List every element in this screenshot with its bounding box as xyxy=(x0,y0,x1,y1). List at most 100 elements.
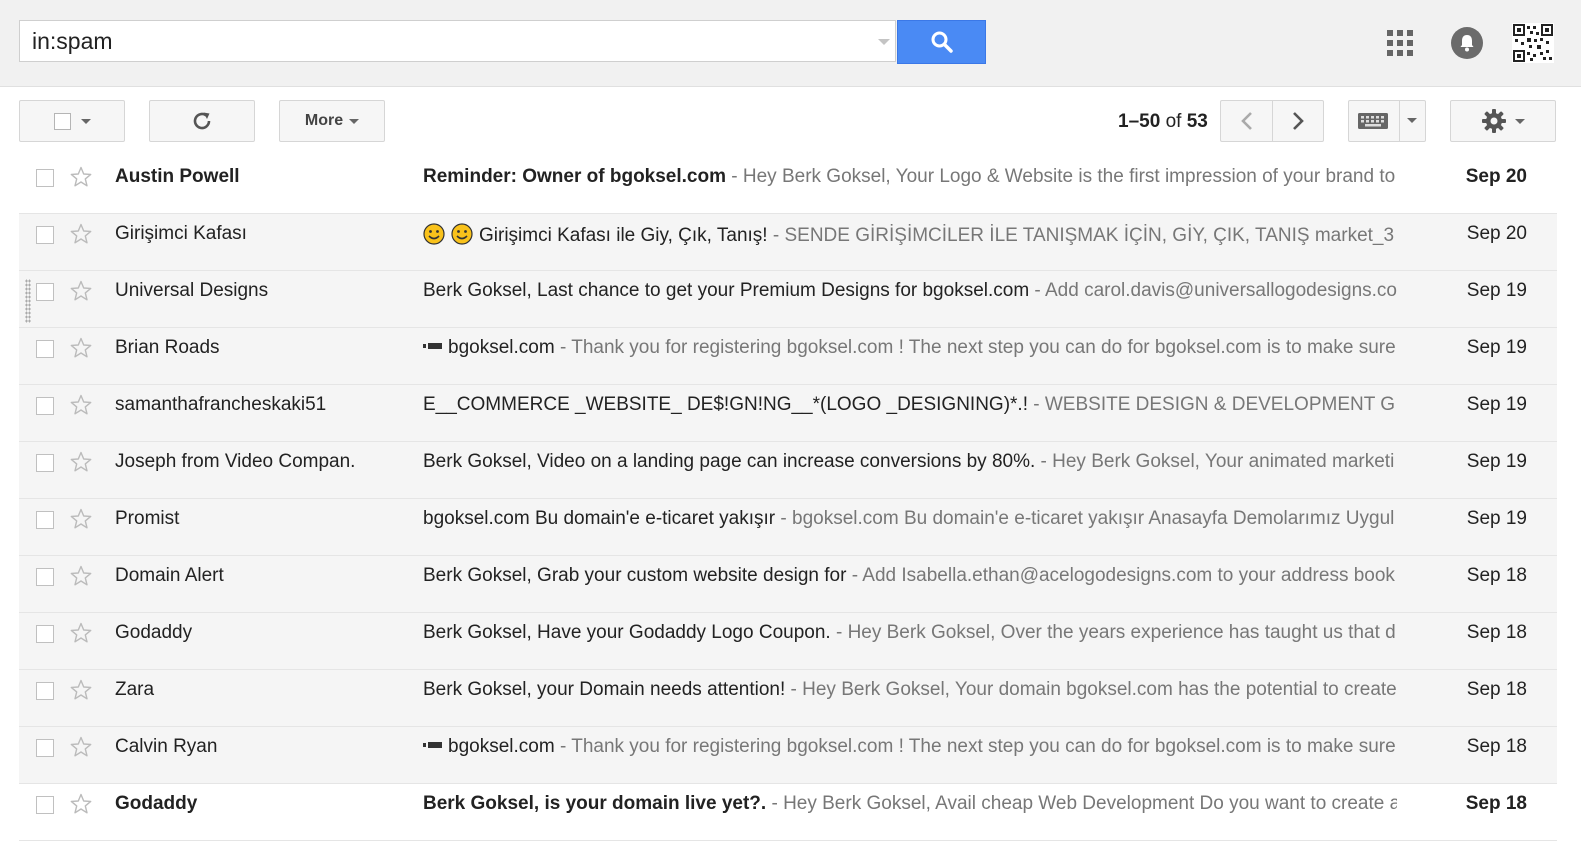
star-icon[interactable] xyxy=(69,735,93,759)
input-tools-caret-icon[interactable] xyxy=(1407,118,1417,123)
message-checkbox[interactable] xyxy=(36,625,54,643)
settings-caret-icon xyxy=(1515,118,1525,124)
star-icon[interactable] xyxy=(69,792,93,816)
message-content: bgoksel.com - Thank you for registering … xyxy=(423,337,1397,359)
message-row-4[interactable]: Brian Roads bgoksel.com - Thank you for … xyxy=(19,328,1557,385)
message-snippet: - Hey Berk Goksel, Avail cheap Web Devel… xyxy=(766,793,1397,814)
message-subject: Reminder: Owner of bgoksel.com xyxy=(423,166,726,187)
message-subject: Berk Goksel, is your domain live yet?. xyxy=(423,793,767,814)
select-dropdown-caret-icon xyxy=(80,118,91,124)
message-checkbox[interactable] xyxy=(36,454,54,472)
message-row-3[interactable]: Universal Designs Berk Goksel, Last chan… xyxy=(19,271,1557,328)
message-row-2[interactable]: Girişimci Kafası Girişimci Kafası ile Gi… xyxy=(19,214,1557,271)
notifications-icon[interactable] xyxy=(1451,27,1483,59)
star-icon[interactable] xyxy=(69,678,93,702)
refresh-button[interactable] xyxy=(149,100,255,142)
message-sender: Godaddy xyxy=(115,793,198,814)
message-checkbox[interactable] xyxy=(36,283,54,301)
star-icon[interactable] xyxy=(69,336,93,360)
more-button[interactable]: More xyxy=(279,100,385,142)
message-checkbox[interactable] xyxy=(36,340,54,358)
message-snippet: - Thank you for registering bgoksel.com … xyxy=(554,337,1396,358)
star-icon[interactable] xyxy=(69,165,93,189)
message-row-1[interactable]: Austin Powell Reminder: Owner of bgoksel… xyxy=(19,157,1557,214)
message-row-5[interactable]: samanthafrancheskaki51 E__COMMERCE _WEBS… xyxy=(19,385,1557,442)
message-subject: Berk Goksel, Last chance to get your Pre… xyxy=(423,280,1030,301)
message-content: E__COMMERCE _WEBSITE_ DE$!GN!NG__*(LOGO … xyxy=(423,394,1397,416)
message-snippet: - Hey Berk Goksel, Your animated marketi xyxy=(1035,451,1395,472)
newer-button[interactable] xyxy=(1220,100,1272,142)
smiley-emoji-icon xyxy=(423,223,445,245)
input-tools-button[interactable] xyxy=(1348,100,1426,142)
message-subject: E__COMMERCE _WEBSITE_ DE$!GN!NG__*(LOGO … xyxy=(423,394,1028,415)
message-checkbox[interactable] xyxy=(36,169,54,187)
subject-prefix xyxy=(423,736,448,757)
message-row-6[interactable]: Joseph from Video Compan. Berk Goksel, V… xyxy=(19,442,1557,499)
refresh-icon xyxy=(193,112,211,130)
message-snippet: - Add carol.davis@universallogodesigns.c… xyxy=(1029,280,1397,301)
message-snippet: - bgoksel.com Bu domain'e e-ticaret yakı… xyxy=(775,508,1395,529)
search-options-caret-icon[interactable] xyxy=(878,39,890,45)
message-sender: Austin Powell xyxy=(115,166,240,187)
drag-handle[interactable] xyxy=(25,279,31,323)
search-button[interactable] xyxy=(897,20,986,64)
star-icon[interactable] xyxy=(69,507,93,531)
star-icon[interactable] xyxy=(69,393,93,417)
message-row-8[interactable]: Domain Alert Berk Goksel, Grab your cust… xyxy=(19,556,1557,613)
message-snippet: - WEBSITE DESIGN & DEVELOPMENT G xyxy=(1027,394,1396,415)
message-date: Sep 19 xyxy=(1466,337,1527,358)
chevron-right-icon xyxy=(1293,112,1304,130)
chevron-left-icon xyxy=(1240,112,1252,130)
settings-button[interactable] xyxy=(1450,100,1556,142)
message-sender: Girişimci Kafası xyxy=(115,223,247,244)
message-row-11[interactable]: Calvin Ryan bgoksel.com - Thank you for … xyxy=(19,727,1557,784)
message-row-10[interactable]: Zara Berk Goksel, your Domain needs atte… xyxy=(19,670,1557,727)
message-subject: Berk Goksel, your Domain needs attention… xyxy=(423,679,786,700)
message-checkbox[interactable] xyxy=(36,739,54,757)
message-date: Sep 19 xyxy=(1466,451,1527,472)
message-row-7[interactable]: Promist bgoksel.com Bu domain'e e-ticare… xyxy=(19,499,1557,556)
message-snippet: - Hey Berk Goksel, Your Logo & Website i… xyxy=(726,166,1396,187)
apps-grid-icon[interactable] xyxy=(1387,30,1413,56)
message-sender: Zara xyxy=(115,679,155,700)
star-icon[interactable] xyxy=(69,450,93,474)
message-subject: Girişimci Kafası ile Giy, Çık, Tanış! xyxy=(479,225,768,246)
star-icon[interactable] xyxy=(69,279,93,303)
message-content: bgoksel.com - Thank you for registering … xyxy=(423,736,1397,758)
search-input[interactable] xyxy=(20,21,860,61)
message-checkbox[interactable] xyxy=(36,226,54,244)
star-icon[interactable] xyxy=(69,222,93,246)
message-row-12[interactable]: Godaddy Berk Goksel, is your domain live… xyxy=(19,784,1557,841)
message-checkbox[interactable] xyxy=(36,682,54,700)
message-date: Sep 18 xyxy=(1466,622,1527,643)
older-button[interactable] xyxy=(1272,100,1324,142)
more-label: More xyxy=(304,112,344,129)
message-subject: bgoksel.com xyxy=(448,736,555,757)
message-date: Sep 18 xyxy=(1466,736,1527,757)
star-icon[interactable] xyxy=(69,621,93,645)
gear-icon xyxy=(1482,109,1506,133)
message-content: Berk Goksel, Last chance to get your Pre… xyxy=(423,280,1397,302)
message-subject: bgoksel.com xyxy=(448,337,555,358)
message-checkbox[interactable] xyxy=(36,511,54,529)
message-sender: Joseph from Video Compan. xyxy=(115,451,356,472)
message-date: Sep 18 xyxy=(1466,679,1527,700)
pager-of: of xyxy=(1165,111,1182,132)
keyboard-icon xyxy=(1358,113,1388,129)
message-snippet: - Hey Berk Goksel, Over the years experi… xyxy=(830,622,1396,643)
message-checkbox[interactable] xyxy=(36,397,54,415)
star-icon[interactable] xyxy=(69,564,93,588)
select-all-dropdown[interactable] xyxy=(19,100,125,142)
message-subject: Berk Goksel, Have your Godaddy Logo Coup… xyxy=(423,622,831,643)
message-checkbox[interactable] xyxy=(36,796,54,814)
message-snippet: - Thank you for registering bgoksel.com … xyxy=(554,736,1396,757)
message-sender: Domain Alert xyxy=(115,565,224,586)
message-checkbox[interactable] xyxy=(36,568,54,586)
message-subject: Berk Goksel, Grab your custom website de… xyxy=(423,565,847,586)
message-row-9[interactable]: Godaddy Berk Goksel, Have your Godaddy L… xyxy=(19,613,1557,670)
avatar[interactable] xyxy=(1512,23,1554,63)
message-sender: Calvin Ryan xyxy=(115,736,218,757)
more-caret-icon xyxy=(349,118,360,124)
pager-range: 1–50 xyxy=(1118,111,1161,132)
select-all-checkbox[interactable] xyxy=(53,112,71,130)
